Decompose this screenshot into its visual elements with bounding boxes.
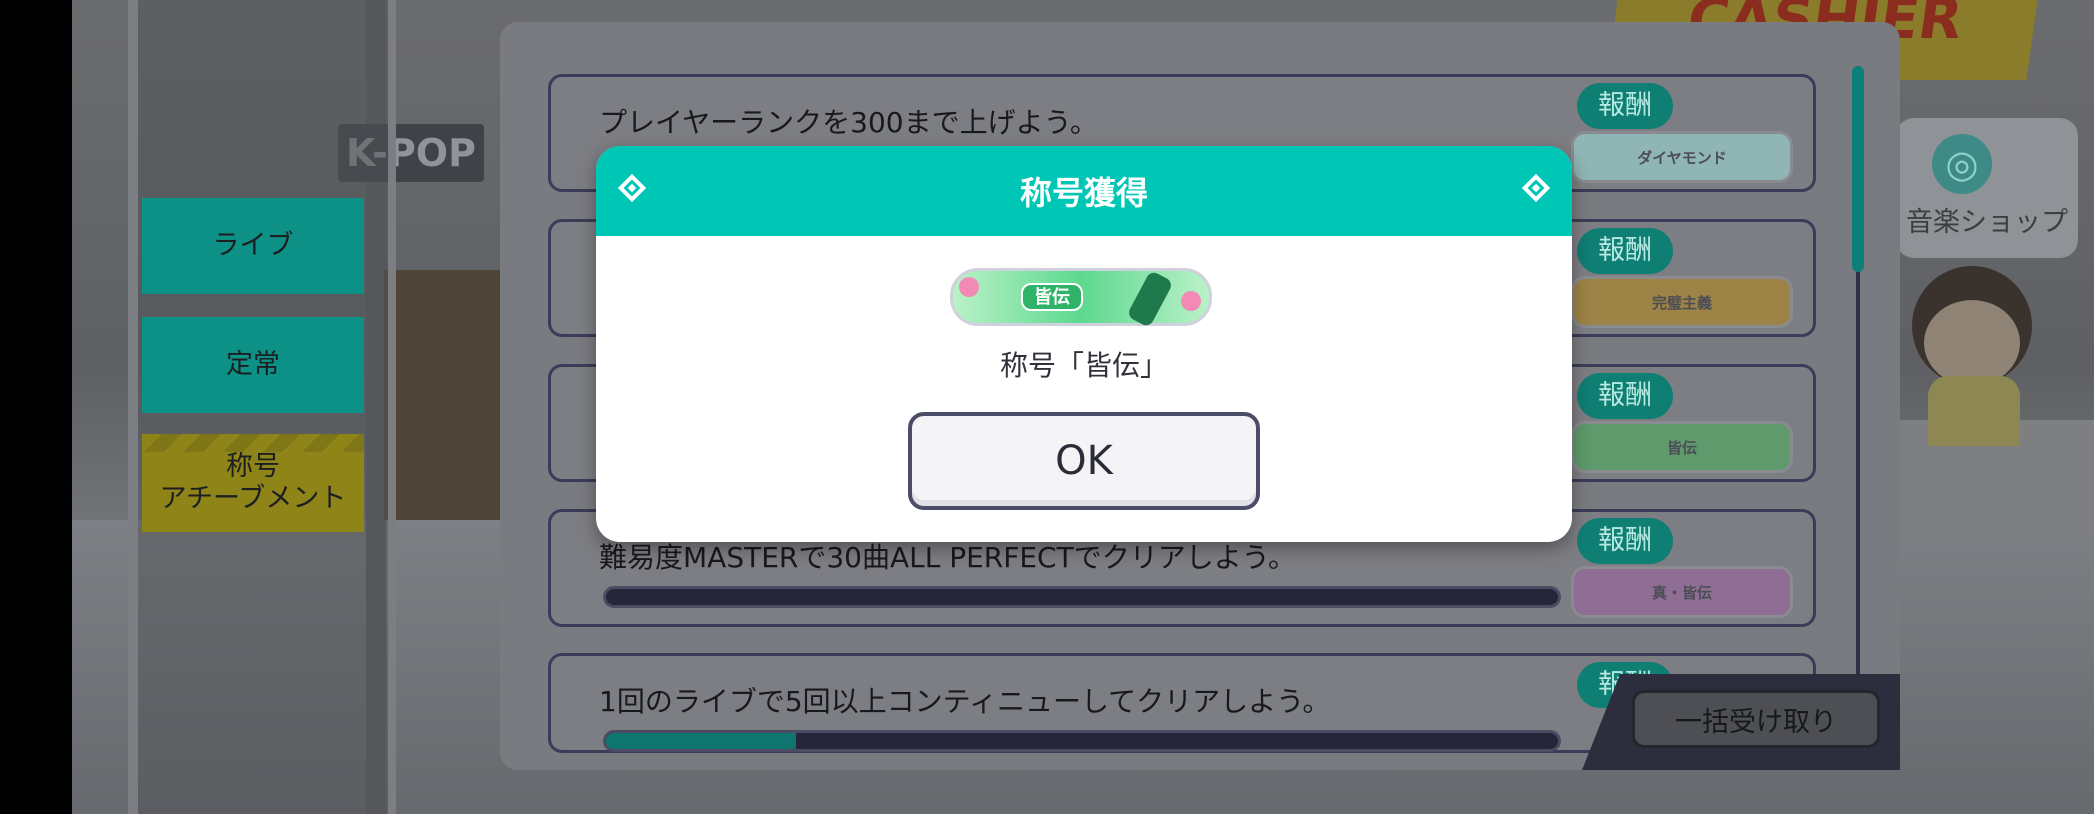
tab-title-label-line2: アチーブメント bbox=[159, 483, 347, 514]
mission-progress-bar bbox=[603, 730, 1561, 752]
scrollbar-thumb[interactable] bbox=[1852, 66, 1864, 272]
reward-title-plate: ダイヤモンド bbox=[1571, 131, 1793, 183]
reward-title-plate: 真・皆伝 bbox=[1571, 566, 1793, 618]
dialog-header: 称号獲得 bbox=[596, 146, 1572, 236]
music-disc-icon: ◎ bbox=[1932, 134, 1992, 194]
title-badge: 皆伝 bbox=[950, 268, 1212, 329]
bulk-receive-button[interactable]: 一括受け取り bbox=[1632, 690, 1880, 748]
game-screen: K-POP CASHIER ◎ 音楽ショップ ライブ 定常 称号 アチーブメント… bbox=[0, 0, 2094, 814]
progress-fill bbox=[606, 733, 797, 749]
reward-label: 報酬 bbox=[1577, 228, 1673, 274]
tab-live[interactable]: ライブ bbox=[142, 198, 364, 294]
mission-progress-bar bbox=[603, 586, 1561, 608]
dialog-title: 称号獲得 bbox=[1019, 174, 1148, 212]
music-shop-label: 音楽ショップ bbox=[1906, 207, 2068, 238]
tab-regular-label: 定常 bbox=[226, 348, 280, 380]
shopkeeper-character-face bbox=[1924, 300, 2020, 386]
reward-label: 報酬 bbox=[1577, 83, 1673, 129]
diamond-icon bbox=[617, 173, 647, 203]
acquired-title-name: 称号「皆伝」 bbox=[999, 349, 1168, 382]
tab-title-achievement[interactable]: 称号 アチーブメント bbox=[142, 434, 364, 532]
mission-text: 1回のライブで5回以上コンティニューしてクリアしよう。 bbox=[599, 685, 1331, 718]
reward-title-plate: 皆伝 bbox=[1571, 421, 1793, 473]
badge-text: 皆伝 bbox=[1021, 283, 1083, 311]
cd-shelf bbox=[384, 270, 504, 520]
penlight-icon bbox=[1126, 269, 1174, 329]
reward-label: 報酬 bbox=[1577, 518, 1673, 564]
reward-title-plate: 完璧主義 bbox=[1571, 276, 1793, 328]
flower-icon bbox=[1181, 291, 1201, 311]
title-acquired-dialog: 称号獲得 皆伝 称号「皆伝」 OK bbox=[596, 146, 1572, 542]
tab-regular[interactable]: 定常 bbox=[142, 317, 364, 413]
flower-icon bbox=[959, 277, 979, 297]
reward-label: 報酬 bbox=[1577, 373, 1673, 419]
ok-button[interactable]: OK bbox=[908, 412, 1260, 510]
tab-title-label-line1: 称号 bbox=[226, 450, 280, 482]
mission-text: 難易度MASTERで30曲ALL PERFECTでクリアしよう。 bbox=[599, 541, 1297, 574]
diamond-icon bbox=[1521, 173, 1551, 203]
shopkeeper-character-body bbox=[1928, 376, 2020, 446]
mission-text: プレイヤーランクを300まで上げよう。 bbox=[599, 106, 1098, 139]
tab-live-label: ライブ bbox=[212, 229, 294, 261]
